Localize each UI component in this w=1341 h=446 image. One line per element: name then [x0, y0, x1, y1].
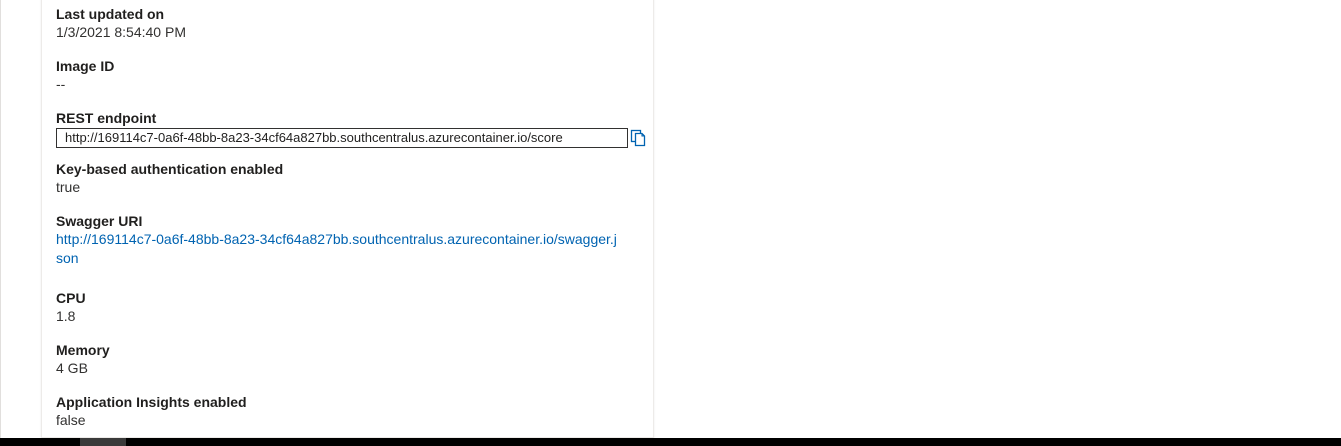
- property-label: Key-based authentication enabled: [56, 161, 284, 177]
- property-cpu: CPU 1.8: [56, 289, 636, 326]
- property-label: CPU: [56, 290, 86, 306]
- horizontal-scrollbar[interactable]: [0, 438, 1341, 446]
- scrollbar-thumb[interactable]: [80, 438, 126, 446]
- property-label: Image ID: [56, 58, 115, 74]
- property-value: 1/3/2021 8:54:40 PM: [56, 24, 186, 40]
- property-label: Last updated on: [56, 6, 165, 22]
- rest-endpoint-field[interactable]: http://169114c7-0a6f-48bb-8a23-34cf64a82…: [56, 128, 628, 148]
- property-memory: Memory 4 GB: [56, 341, 636, 378]
- property-label: Application Insights enabled: [56, 394, 247, 410]
- property-value: 4 GB: [56, 360, 88, 376]
- property-value: false: [56, 412, 86, 428]
- property-rest-endpoint: REST endpoint http://169114c7-0a6f-48bb-…: [56, 109, 646, 150]
- property-swagger-uri: Swagger URI http://169114c7-0a6f-48bb-8a…: [56, 212, 636, 268]
- endpoint-row: http://169114c7-0a6f-48bb-8a23-34cf64a82…: [56, 128, 646, 150]
- copy-icon[interactable]: [630, 129, 646, 147]
- property-value: true: [56, 179, 81, 195]
- property-value: 1.8: [56, 308, 76, 324]
- left-divider: [0, 0, 1, 446]
- endpoint-details-page: Last updated on 1/3/2021 8:54:40 PM Imag…: [0, 0, 1341, 446]
- property-last-updated: Last updated on 1/3/2021 8:54:40 PM: [56, 5, 636, 42]
- property-key-auth: Key-based authentication enabled true: [56, 160, 636, 197]
- property-app-insights: Application Insights enabled false: [56, 393, 636, 430]
- property-image-id: Image ID --: [56, 57, 636, 94]
- property-label: Swagger URI: [56, 213, 143, 229]
- property-label: REST endpoint: [56, 110, 157, 126]
- property-label: Memory: [56, 342, 110, 358]
- swagger-uri-link[interactable]: http://169114c7-0a6f-48bb-8a23-34cf64a82…: [56, 230, 621, 268]
- property-value: --: [56, 76, 66, 92]
- details-card: Last updated on 1/3/2021 8:54:40 PM Imag…: [41, 0, 654, 438]
